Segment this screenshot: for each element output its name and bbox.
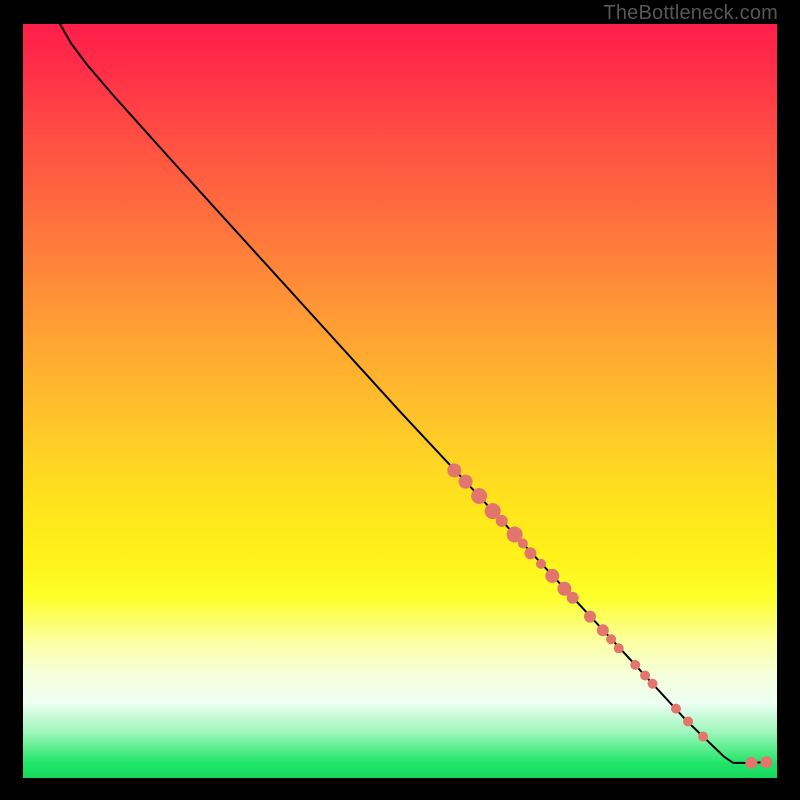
- data-point: [567, 592, 579, 604]
- chart-overlay: [23, 24, 777, 778]
- data-points-group: [447, 463, 772, 769]
- data-point: [606, 634, 616, 644]
- data-point: [471, 488, 487, 504]
- data-point: [447, 463, 461, 477]
- data-point: [745, 757, 757, 769]
- data-point: [648, 679, 658, 689]
- data-point: [459, 475, 473, 489]
- data-point: [524, 547, 536, 559]
- data-point: [545, 569, 559, 583]
- data-point: [536, 559, 546, 569]
- data-point: [518, 539, 528, 549]
- data-point: [584, 611, 596, 623]
- data-point: [496, 515, 508, 527]
- data-point: [597, 624, 609, 636]
- data-point: [614, 643, 624, 653]
- data-point: [683, 716, 693, 726]
- data-point: [671, 704, 681, 714]
- data-point: [760, 756, 772, 768]
- data-point: [698, 732, 708, 742]
- bottleneck-curve: [60, 24, 766, 763]
- data-point: [630, 660, 640, 670]
- data-point: [640, 670, 650, 680]
- chart-stage: TheBottleneck.com: [0, 0, 800, 800]
- attribution-text: TheBottleneck.com: [603, 2, 778, 25]
